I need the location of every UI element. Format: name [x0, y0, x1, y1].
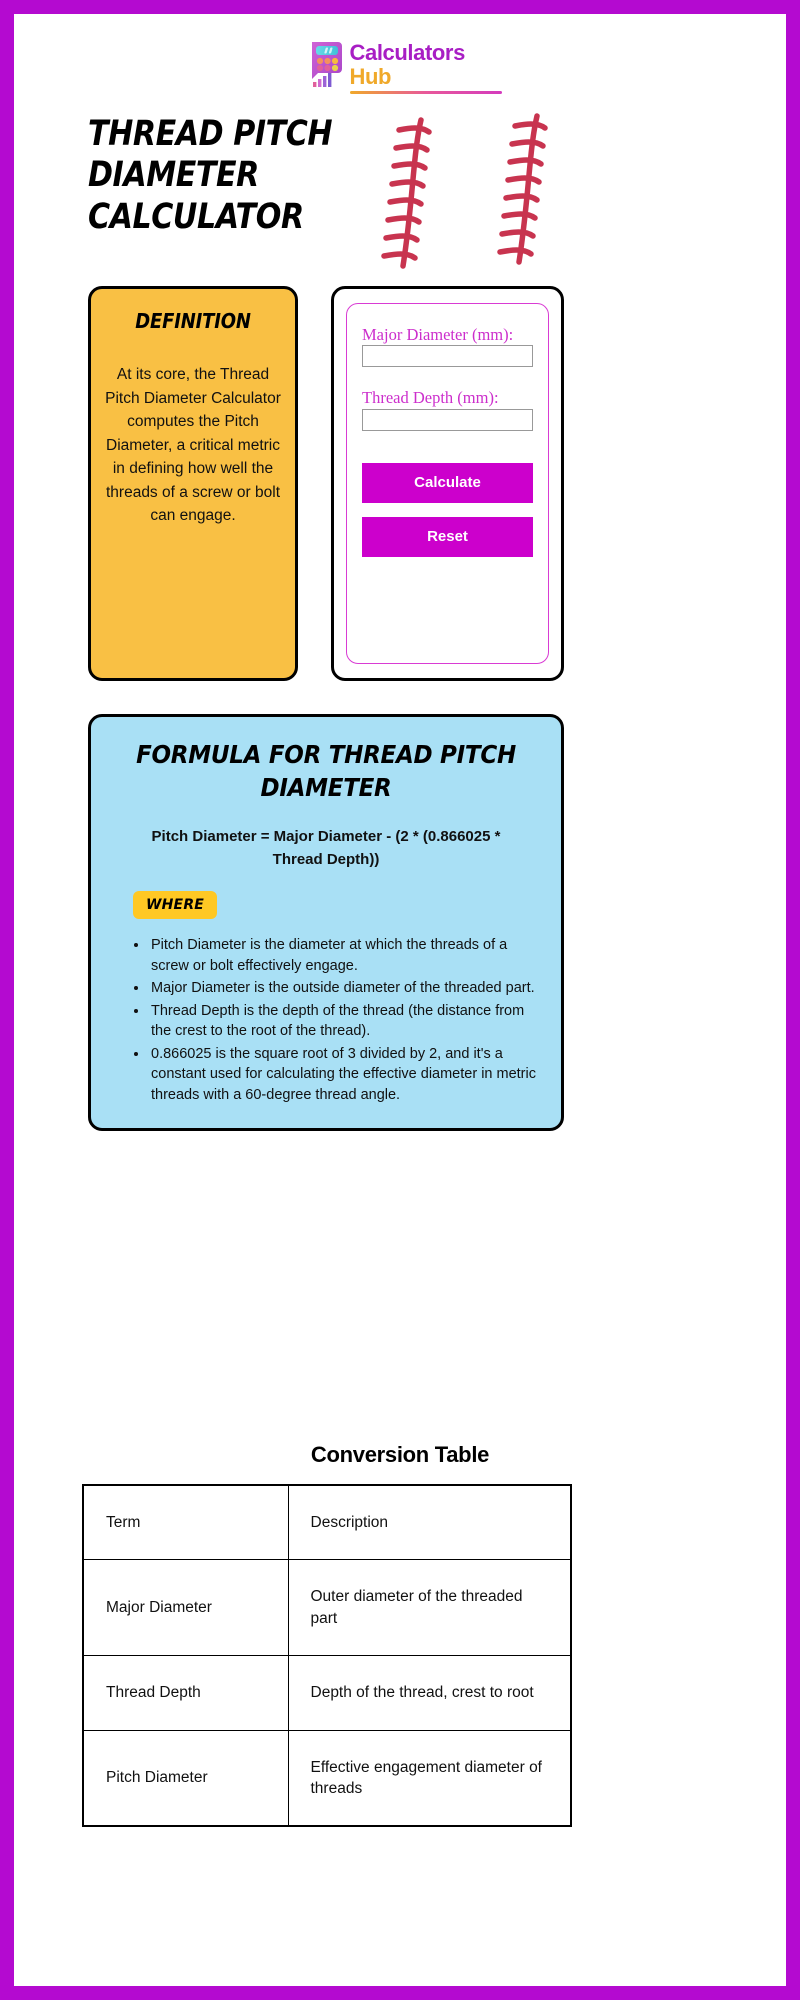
table-header-term: Term [82, 1484, 289, 1561]
table-cell-term: Thread Depth [82, 1655, 289, 1731]
table-cell-term: Major Diameter [82, 1559, 289, 1657]
formula-definitions-list: Pitch Diameter is the diameter at which … [149, 935, 539, 1106]
formula-card: FORMULA FOR THREAD PITCH DIAMETER Pitch … [88, 714, 564, 1131]
conversion-table-title: Conversion Table [310, 1442, 490, 1467]
list-item: Major Diameter is the outside diameter o… [149, 978, 539, 999]
table-row: Term Description [82, 1484, 572, 1561]
logo-text-primary: Calculators [349, 40, 466, 65]
infographic-canvas: Calculators Hub THREAD PITCH DIAMETER CA… [14, 14, 786, 1986]
calculator-form: Major Diameter (mm): Thread Depth (mm): … [346, 303, 549, 664]
table-cell-description: Outer diameter of the threaded part [287, 1559, 572, 1657]
reset-button[interactable]: Reset [362, 516, 533, 557]
definition-heading: DEFINITION [135, 309, 251, 333]
site-logo[interactable]: Calculators Hub [14, 40, 786, 95]
table-cell-description: Depth of the thread, crest to root [287, 1655, 572, 1731]
definition-card: DEFINITION At its core, the Thread Pitch… [88, 286, 298, 681]
table-cell-description: Effective engagement diameter of threads [287, 1729, 572, 1827]
formula-equation: Pitch Diameter = Major Diameter - (2 * (… [151, 828, 501, 868]
list-item: 0.866025 is the square root of 3 divided… [149, 1044, 539, 1106]
conversion-table: Term Description Major Diameter Outer di… [82, 1484, 572, 1828]
table-row: Major Diameter Outer diameter of the thr… [82, 1559, 572, 1657]
page-title: THREAD PITCH DIAMETER CALCULATOR [88, 114, 333, 237]
calculator-icon [299, 40, 343, 88]
list-item: Pitch Diameter is the diameter at which … [149, 935, 539, 976]
thread-depth-label: Thread Depth (mm): [362, 388, 499, 408]
table-header-description: Description [287, 1484, 572, 1561]
table-row: Pitch Diameter Effective engagement diam… [82, 1729, 572, 1827]
formula-heading: FORMULA FOR THREAD PITCH DIAMETER [136, 740, 516, 802]
thread-depth-input[interactable] [362, 408, 533, 431]
where-badge: WHERE [133, 891, 218, 919]
major-diameter-label: Major Diameter (mm): [362, 325, 514, 344]
table-row: Thread Depth Depth of the thread, crest … [82, 1655, 572, 1731]
calculate-button[interactable]: Calculate [362, 462, 533, 503]
logo-text-secondary: Hub [349, 64, 392, 89]
form-spacer [362, 367, 533, 387]
infographic-page: Calculators Hub THREAD PITCH DIAMETER CA… [0, 0, 800, 2000]
logo-underline [349, 91, 502, 95]
calculator-card: Major Diameter (mm): Thread Depth (mm): … [331, 286, 564, 681]
major-diameter-input[interactable] [362, 345, 533, 368]
table-cell-term: Pitch Diameter [82, 1729, 289, 1827]
baseball-stitch-decoration [369, 106, 584, 274]
definition-body: At its core, the Thread Pitch Diameter C… [105, 366, 281, 525]
list-item: Thread Depth is the depth of the thread … [149, 1001, 539, 1042]
